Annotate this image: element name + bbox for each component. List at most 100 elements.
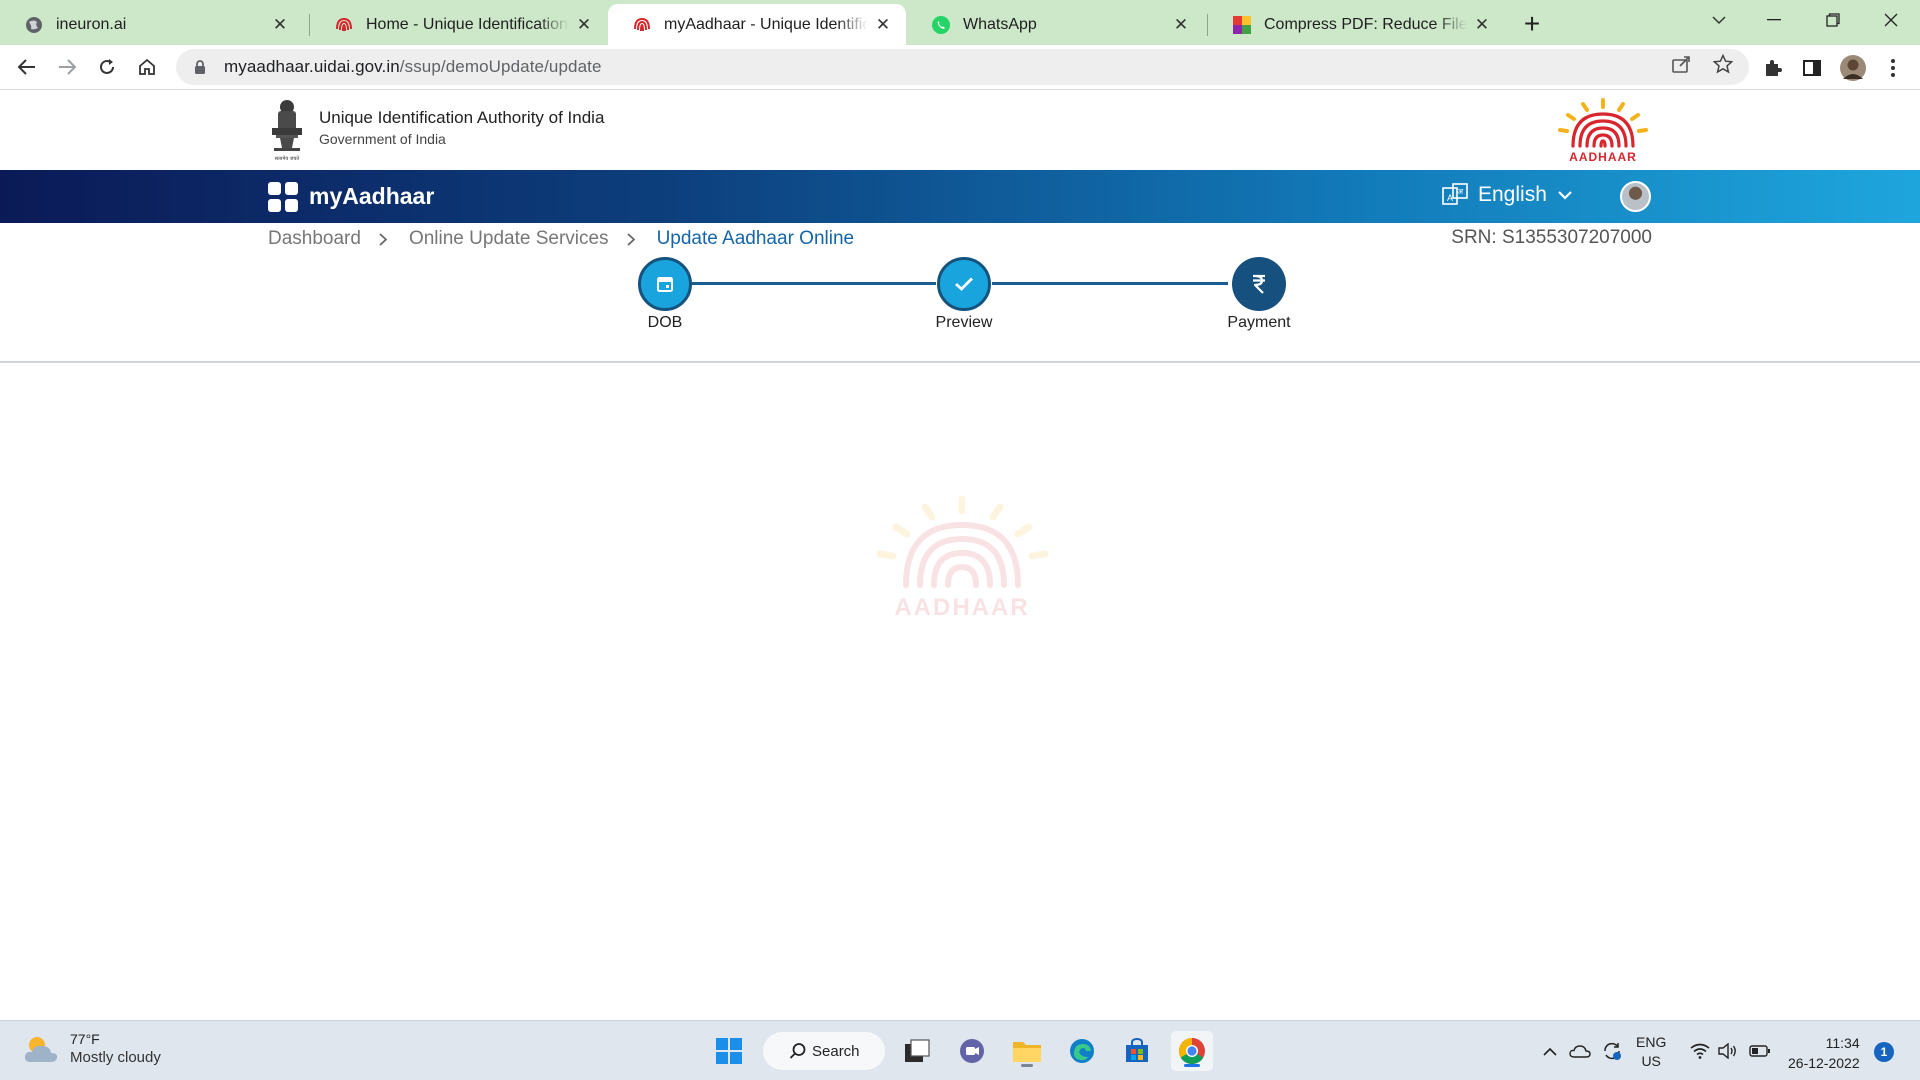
tab-title: myAadhaar - Unique Identification Author… [664, 15, 868, 33]
restore-button[interactable] [1804, 0, 1862, 40]
breadcrumb: Dashboard Online Update Services Update … [268, 226, 854, 252]
watermark-text: AADHAAR [894, 594, 1029, 620]
partly-cloudy-icon [24, 1036, 58, 1062]
step-payment[interactable] [1232, 257, 1286, 311]
search-label: Search [812, 1042, 860, 1060]
close-tab-icon[interactable]: ✕ [1172, 15, 1190, 34]
onedrive-cloud-icon[interactable] [1569, 1040, 1591, 1062]
chevron-right-icon [379, 232, 389, 246]
running-indicator [1021, 1064, 1033, 1067]
taskbar-search[interactable]: Search [763, 1032, 885, 1070]
user-avatar[interactable] [1620, 181, 1651, 212]
show-hidden-icons-chevron-icon[interactable] [1539, 1040, 1561, 1062]
forward-button[interactable] [49, 49, 85, 85]
weather-widget[interactable]: 77°F Mostly cloudy [22, 1031, 161, 1066]
profile-avatar[interactable] [1836, 51, 1870, 85]
minimize-button[interactable] [1745, 0, 1803, 40]
breadcrumb-current: Update Aadhaar Online [656, 228, 855, 249]
file-explorer-button[interactable] [1006, 1031, 1048, 1071]
translate-icon: A अ [1442, 183, 1468, 205]
progress-stepper: DOB Preview Payment [0, 254, 1920, 364]
url-text[interactable]: myaadhaar.uidai.gov.in/ssup/demoUpdate/u… [224, 57, 602, 77]
breadcrumb-dashboard[interactable]: Dashboard [268, 228, 361, 250]
aadhaar-fingerprint-icon [632, 15, 652, 35]
microsoft-store-button[interactable] [1116, 1031, 1158, 1071]
org-subtitle: Government of India [319, 131, 446, 147]
start-button[interactable] [708, 1031, 750, 1071]
step-label-payment: Payment [1227, 314, 1291, 331]
chrome-menu-icon[interactable] [1876, 51, 1910, 85]
stepper-connector [692, 282, 936, 285]
national-emblem-icon: सत्यमेव जयते [272, 100, 302, 162]
step-preview[interactable] [937, 257, 991, 311]
folder-icon [1013, 1042, 1041, 1062]
rupee-icon [1253, 274, 1265, 294]
tab-compress-pdf[interactable]: Compress PDF: Reduce File Size Online ✕ [1208, 4, 1505, 45]
weather-description: Mostly cloudy [70, 1049, 161, 1066]
service-request-number: SRN: S1355307207000 [1451, 227, 1652, 248]
task-view-button[interactable] [896, 1031, 938, 1071]
search-icon [789, 1043, 806, 1059]
aadhaar-logo[interactable]: AADHAAR [1553, 98, 1653, 164]
compress-pdf-icon [1232, 15, 1252, 35]
home-button[interactable] [129, 49, 165, 85]
close-tab-icon[interactable]: ✕ [271, 15, 289, 34]
close-tab-icon[interactable]: ✕ [874, 15, 892, 34]
address-bar[interactable]: myaadhaar.uidai.gov.in/ssup/demoUpdate/u… [176, 49, 1749, 85]
close-tab-icon[interactable]: ✕ [575, 15, 593, 34]
bookmark-star-icon[interactable] [1712, 53, 1734, 75]
tab-title: Home - Unique Identification Authority o… [366, 15, 569, 33]
language-code: ENG [1636, 1034, 1667, 1050]
wifi-icon[interactable] [1689, 1040, 1711, 1062]
system-clock[interactable]: 11:34 26-12-2022 [1788, 1033, 1860, 1073]
language-label: English [1478, 183, 1547, 206]
chrome-browser-icon [1178, 1037, 1205, 1065]
chevron-right-icon [626, 232, 637, 246]
app-title[interactable]: myAadhaar [309, 183, 434, 210]
site-header: सत्यमेव जयते Unique Identification Autho… [0, 90, 1920, 170]
lock-icon[interactable] [193, 59, 207, 75]
back-button[interactable] [9, 49, 45, 85]
tab-uidai-home[interactable]: Home - Unique Identification Authority o… [310, 4, 607, 45]
share-icon[interactable] [1671, 53, 1693, 75]
store-bag-icon [1126, 1038, 1148, 1062]
aadhaar-fingerprint-icon [334, 15, 354, 35]
side-panel-icon[interactable] [1795, 51, 1829, 85]
whatsapp-icon [931, 15, 951, 35]
reload-button[interactable] [89, 49, 125, 85]
task-view-icon [905, 1039, 930, 1062]
extensions-puzzle-icon[interactable] [1756, 51, 1790, 85]
windows-taskbar: 77°F Mostly cloudy Search ENG US 11:34 2… [0, 1020, 1920, 1080]
input-language-indicator[interactable]: ENG US [1636, 1033, 1666, 1071]
calendar-icon [657, 277, 673, 292]
region-code: US [1641, 1053, 1661, 1069]
chrome-button[interactable] [1171, 1031, 1213, 1071]
battery-icon[interactable] [1749, 1040, 1771, 1062]
volume-icon[interactable] [1717, 1040, 1739, 1062]
tab-myaadhaar[interactable]: myAadhaar - Unique Identification Author… [608, 4, 906, 45]
tab-ineuron[interactable]: ineuron.ai ✕ [0, 4, 303, 45]
step-label-dob: DOB [647, 314, 683, 331]
new-tab-button[interactable]: + [1516, 8, 1548, 40]
close-tab-icon[interactable]: ✕ [1473, 15, 1491, 34]
language-selector[interactable]: A अ English [1442, 182, 1573, 208]
url-host: myaadhaar.uidai.gov.in [224, 57, 400, 76]
globe-icon [24, 15, 44, 35]
tab-title: WhatsApp [963, 15, 1037, 33]
step-label-preview: Preview [935, 314, 993, 331]
close-window-button[interactable] [1862, 0, 1920, 40]
breadcrumb-online-update-services[interactable]: Online Update Services [409, 228, 609, 250]
app-grid-icon[interactable] [268, 182, 298, 212]
edge-button[interactable] [1061, 1031, 1103, 1071]
emblem-caption: सत्यमेव जयते [275, 155, 300, 162]
org-name: Unique Identification Authority of India [319, 108, 605, 127]
teams-chat-button[interactable] [951, 1031, 993, 1071]
tab-search-chevron-icon[interactable] [1690, 0, 1748, 40]
tab-title: ineuron.ai [56, 15, 127, 33]
windows-logo-icon [716, 1038, 742, 1064]
tab-whatsapp[interactable]: WhatsApp ✕ [907, 4, 1204, 45]
browser-tab-strip: ineuron.ai ✕ Home - Unique Identificatio… [0, 0, 1920, 45]
step-dob[interactable] [638, 257, 692, 311]
sync-status-icon[interactable] [1601, 1040, 1623, 1062]
notification-badge[interactable]: 1 [1874, 1042, 1894, 1062]
